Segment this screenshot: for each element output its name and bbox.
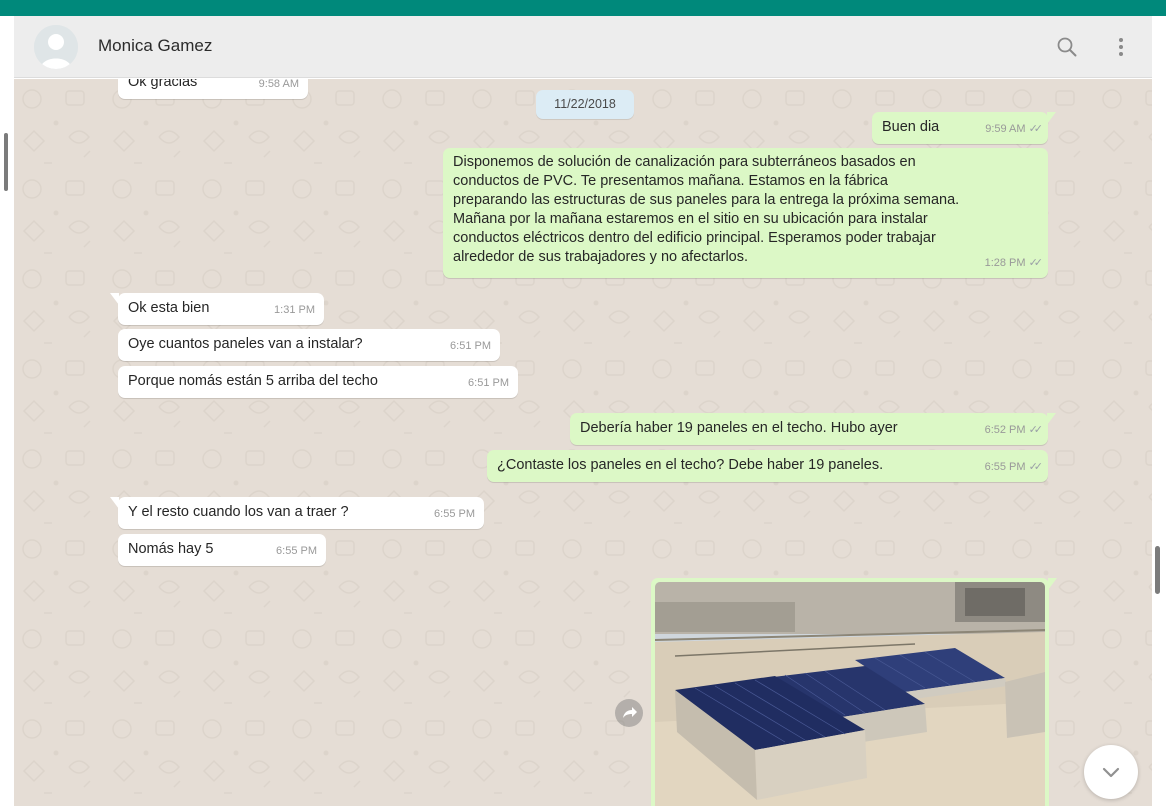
message-incoming[interactable]: Y el resto cuando los van a traer ? 6:55…	[110, 497, 484, 529]
message-text: Ok gracias	[128, 79, 198, 90]
message-text: Oye cuantos paneles van a instalar?	[128, 336, 363, 352]
image-message[interactable]	[651, 578, 1057, 806]
message-time: 6:55 PM	[276, 545, 317, 557]
forward-button[interactable]	[615, 699, 643, 727]
message-incoming[interactable]: Ok gracias 9:58 AM	[118, 79, 308, 99]
message-text: Debería haber 19 paneles en el techo. Hu…	[580, 420, 898, 436]
solar-panels-photo	[655, 582, 1045, 806]
message-time-text: 9:59 AM	[985, 123, 1026, 135]
message-line: Disponemos de solución de canalización p…	[453, 154, 916, 170]
message-text: ¿Contaste los paneles en el techo? Debe …	[497, 457, 884, 473]
message-time: 9:59 AM ✓✓	[985, 120, 1044, 139]
app-top-bar	[0, 0, 1166, 16]
default-avatar-icon	[34, 25, 78, 69]
message-time: 6:52 PM ✓✓	[984, 421, 1044, 440]
scroll-down-button[interactable]	[1084, 745, 1138, 799]
message-line: conductos de PVC. Te presentamos mañana.…	[453, 173, 888, 189]
right-scrollbar-thumb[interactable]	[1155, 546, 1160, 594]
message-line: alrededor de sus trabajadores y no afect…	[453, 249, 749, 265]
chat-header: Monica Gamez	[14, 16, 1152, 78]
message-time-text: 6:55 PM	[984, 461, 1026, 473]
message-line: conductos eléctricos dentro del edificio…	[453, 230, 936, 246]
message-incoming[interactable]: Porque nomás están 5 arriba del techo 6:…	[118, 366, 518, 398]
double-check-icon: ✓✓	[1028, 123, 1044, 135]
message-outgoing[interactable]: Debería haber 19 paneles en el techo. Hu…	[570, 413, 1056, 445]
message-incoming[interactable]: Nomás hay 5 6:55 PM	[118, 534, 326, 566]
forward-arrow-icon	[623, 707, 637, 718]
search-button[interactable]	[1054, 34, 1080, 60]
message-incoming[interactable]: Ok esta bien 1:31 PM	[110, 293, 324, 325]
message-time: 6:55 PM ✓✓	[984, 458, 1044, 477]
message-time-text: 6:52 PM	[984, 424, 1026, 436]
message-line: preparando las estructuras de sus panele…	[453, 192, 960, 208]
message-incoming[interactable]: Oye cuantos paneles van a instalar? 6:51…	[118, 329, 500, 361]
message-text: Ok esta bien	[128, 300, 210, 316]
contact-name[interactable]: Monica Gamez	[98, 36, 212, 56]
chevron-down-icon	[1102, 767, 1120, 778]
message-outgoing[interactable]: Disponemos de solución de canalización p…	[443, 148, 1048, 278]
double-check-icon: ✓✓	[1028, 424, 1044, 436]
date-separator: 11/22/2018	[536, 90, 634, 119]
message-text: Nomás hay 5	[128, 541, 214, 557]
vertical-dots-icon	[1119, 38, 1123, 56]
message-time: 6:55 PM	[434, 508, 475, 520]
double-check-icon: ✓✓	[1028, 257, 1044, 269]
message-time-text: 1:28 PM	[984, 257, 1026, 269]
message-time: 9:58 AM	[258, 79, 299, 90]
search-icon	[1057, 37, 1077, 57]
right-scrollbar-track[interactable]	[1152, 79, 1166, 806]
message-time: 1:28 PM ✓✓	[984, 254, 1044, 273]
message-time: 1:31 PM	[274, 304, 315, 316]
avatar[interactable]	[34, 25, 78, 69]
menu-button[interactable]	[1108, 34, 1134, 60]
message-text: Y el resto cuando los van a traer ?	[128, 504, 349, 520]
message-outgoing[interactable]: Buen dia 9:59 AM ✓✓	[872, 112, 1056, 144]
message-line: Mañana por la mañana estaremos en el sit…	[453, 211, 928, 227]
message-text: Porque nomás están 5 arriba del techo	[128, 373, 378, 389]
double-check-icon: ✓✓	[1028, 461, 1044, 473]
message-text: Buen dia	[882, 119, 940, 135]
message-outgoing[interactable]: ¿Contaste los paneles en el techo? Debe …	[487, 450, 1048, 482]
left-scrollbar-thumb[interactable]	[4, 133, 8, 191]
message-time: 6:51 PM	[450, 340, 491, 352]
message-time: 6:51 PM	[468, 377, 509, 389]
chat-area[interactable]: Ok gracias 9:58 AM 11/22/2018 Buen dia 9…	[14, 79, 1152, 806]
